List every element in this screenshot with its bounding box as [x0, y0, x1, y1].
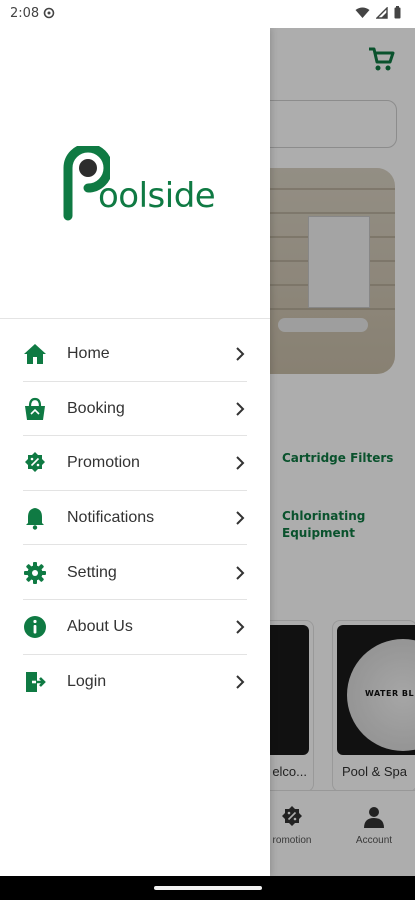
- navigation-drawer: oolside Home Booking Promotion Notificat…: [0, 28, 270, 876]
- menu-item-login[interactable]: Login: [0, 655, 270, 710]
- status-bar: 2:08: [0, 0, 415, 28]
- chevron-right-icon: [236, 456, 245, 471]
- menu-label: Notifications: [67, 509, 155, 527]
- home-gesture-bar[interactable]: [154, 886, 262, 890]
- menu-label: Login: [67, 672, 107, 690]
- menu-item-setting[interactable]: Setting: [0, 545, 270, 600]
- home-icon: [24, 344, 46, 365]
- poolside-logo: oolside: [60, 146, 216, 221]
- chevron-right-icon: [236, 347, 245, 362]
- status-time: 2:08: [10, 6, 40, 21]
- drawer-menu: Home Booking Promotion Notifications Set…: [0, 327, 270, 709]
- wifi-icon: [355, 7, 370, 18]
- drawer-divider: [0, 318, 270, 319]
- chevron-right-icon: [236, 511, 245, 525]
- chevron-right-icon: [236, 565, 245, 580]
- menu-label: Home: [67, 345, 110, 363]
- gear-icon: [24, 561, 46, 584]
- battery-icon: [394, 6, 401, 19]
- logo-text: oolside: [98, 176, 216, 216]
- chevron-right-icon: [236, 620, 245, 634]
- menu-item-booking[interactable]: Booking: [0, 382, 270, 437]
- settings-gear-icon: [43, 7, 55, 19]
- system-navigation-bar: [0, 876, 415, 900]
- bell-icon: [26, 508, 44, 530]
- menu-label: About Us: [67, 618, 133, 636]
- menu-label: Setting: [67, 563, 117, 581]
- chevron-right-icon: [236, 675, 245, 689]
- menu-item-about-us[interactable]: About Us: [0, 600, 270, 655]
- menu-item-home[interactable]: Home: [0, 327, 270, 382]
- chevron-right-icon: [236, 402, 245, 416]
- info-icon: [24, 616, 46, 639]
- login-icon: [26, 671, 46, 692]
- menu-label: Booking: [67, 399, 125, 417]
- shopping-bag-icon: [25, 397, 45, 420]
- menu-item-promotion[interactable]: Promotion: [0, 436, 270, 491]
- signal-icon: [376, 6, 388, 19]
- menu-label: Promotion: [67, 454, 140, 472]
- discount-badge-icon: [25, 452, 45, 473]
- menu-item-notifications[interactable]: Notifications: [0, 491, 270, 546]
